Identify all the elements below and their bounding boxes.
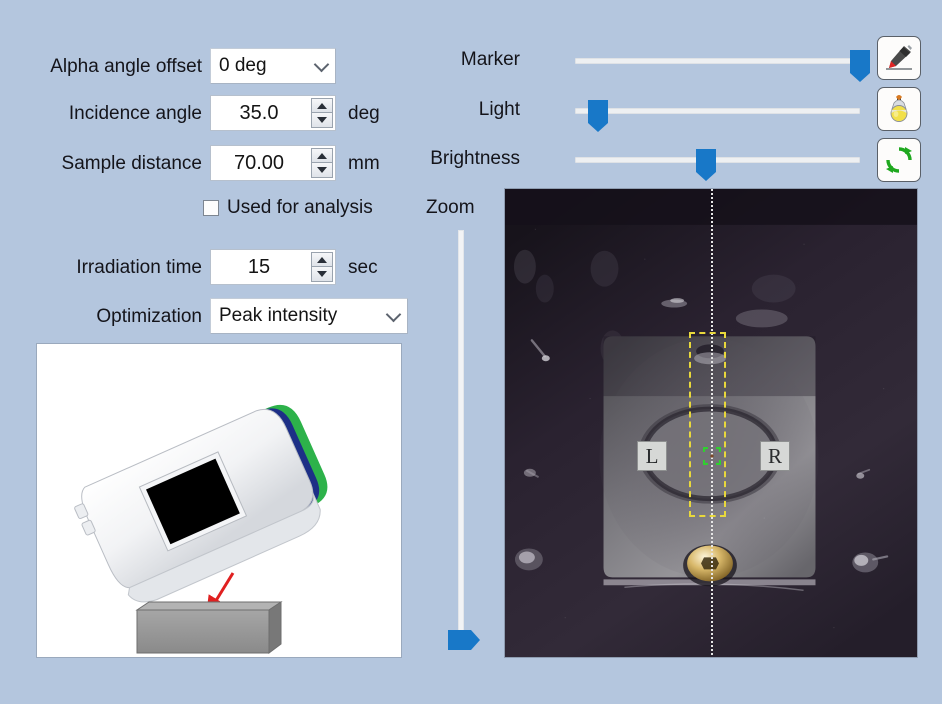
irradiation-time-label: Irradiation time bbox=[76, 256, 202, 278]
chevron-down-icon bbox=[385, 306, 402, 323]
irradiation-time-spin-buttons bbox=[311, 252, 333, 282]
incidence-angle-unit: deg bbox=[348, 102, 380, 124]
alpha-angle-offset-dropdown[interactable]: 0 deg bbox=[210, 48, 336, 84]
light-bulb-button[interactable] bbox=[877, 87, 921, 131]
irradiation-time-unit: sec bbox=[348, 256, 378, 278]
triangle-up-icon bbox=[317, 256, 327, 263]
incidence-angle-increment-button[interactable] bbox=[311, 98, 333, 113]
zoom-slider-label: Zoom bbox=[426, 197, 475, 218]
brightness-slider-label: Brightness bbox=[430, 148, 520, 169]
irradiation-time-value: 15 bbox=[247, 255, 271, 278]
triangle-down-icon bbox=[317, 167, 327, 173]
incidence-angle-decrement-button[interactable] bbox=[311, 113, 333, 128]
optimization-row: Optimization Peak intensity bbox=[12, 298, 432, 334]
irradiation-time-increment-button[interactable] bbox=[311, 252, 333, 267]
sample-distance-increment-button[interactable] bbox=[311, 148, 333, 163]
sample-distance-stepper[interactable]: 70.00 bbox=[210, 145, 336, 181]
brightness-slider-track[interactable] bbox=[575, 157, 860, 163]
triangle-down-icon bbox=[317, 271, 327, 277]
sample-distance-spin-buttons bbox=[311, 148, 333, 178]
alpha-angle-offset-row: Alpha angle offset 0 deg bbox=[12, 48, 402, 84]
target-brackets-icon bbox=[702, 446, 722, 466]
triangle-up-icon bbox=[317, 102, 327, 109]
refresh-icon bbox=[886, 147, 912, 173]
used-for-analysis-row[interactable]: Used for analysis bbox=[203, 198, 373, 217]
refresh-button[interactable] bbox=[877, 138, 921, 182]
green-target-marker bbox=[702, 446, 722, 466]
preview-illustration bbox=[74, 404, 328, 654]
marker-slider-handle[interactable] bbox=[850, 50, 870, 82]
light-slider-handle[interactable] bbox=[587, 100, 608, 132]
right-marker-label[interactable]: R bbox=[760, 441, 790, 471]
incidence-angle-row: Incidence angle 35.0 deg bbox=[12, 95, 432, 131]
left-marker-label[interactable]: L bbox=[637, 441, 667, 471]
incidence-angle-stepper[interactable]: 35.0 bbox=[210, 95, 336, 131]
brightness-slider-handle[interactable] bbox=[696, 149, 717, 181]
sample-distance-unit: mm bbox=[348, 152, 380, 174]
live-camera-view[interactable]: L R bbox=[504, 188, 918, 658]
sample-distance-row: Sample distance 70.00 mm bbox=[12, 145, 432, 181]
lightbulb-icon bbox=[890, 95, 908, 122]
sample-distance-value: 70.00 bbox=[233, 151, 285, 174]
marker-slider-label: Marker bbox=[460, 49, 520, 70]
used-for-analysis-label: Used for analysis bbox=[227, 197, 373, 218]
instrument-geometry-preview bbox=[36, 343, 402, 658]
zoom-slider-track[interactable] bbox=[458, 230, 464, 640]
brightness-slider[interactable] bbox=[575, 145, 860, 181]
used-for-analysis-checkbox[interactable] bbox=[203, 199, 219, 216]
irradiation-time-decrement-button[interactable] bbox=[311, 267, 333, 282]
roi-rectangle[interactable] bbox=[689, 332, 726, 517]
zoom-slider-handle[interactable] bbox=[448, 630, 480, 650]
irradiation-time-row: Irradiation time 15 sec bbox=[12, 249, 432, 285]
measurement-settings-panel: Alpha angle offset 0 deg Incidence angle… bbox=[0, 0, 942, 704]
optimization-label: Optimization bbox=[96, 305, 202, 327]
optimization-dropdown[interactable]: Peak intensity bbox=[210, 298, 408, 334]
sample-distance-decrement-button[interactable] bbox=[311, 163, 333, 178]
optimization-value: Peak intensity bbox=[219, 305, 338, 326]
zoom-slider[interactable] bbox=[446, 230, 480, 650]
incidence-angle-spin-buttons bbox=[311, 98, 333, 128]
light-slider[interactable] bbox=[575, 96, 860, 132]
alpha-angle-offset-value: 0 deg bbox=[219, 55, 267, 76]
irradiation-time-stepper[interactable]: 15 bbox=[210, 249, 336, 285]
triangle-down-icon bbox=[317, 117, 327, 123]
triangle-up-icon bbox=[317, 152, 327, 159]
pen-icon bbox=[886, 45, 912, 70]
marker-slider[interactable] bbox=[575, 46, 870, 82]
incidence-angle-label: Incidence angle bbox=[68, 102, 202, 124]
light-slider-label: Light bbox=[478, 99, 520, 120]
marker-pen-button[interactable] bbox=[877, 36, 921, 80]
chevron-down-icon bbox=[313, 56, 330, 73]
sample-distance-label: Sample distance bbox=[61, 152, 202, 174]
light-slider-track[interactable] bbox=[575, 108, 860, 114]
marker-slider-track[interactable] bbox=[575, 58, 860, 64]
alpha-angle-offset-label: Alpha angle offset bbox=[50, 55, 202, 77]
incidence-angle-value: 35.0 bbox=[239, 101, 279, 124]
